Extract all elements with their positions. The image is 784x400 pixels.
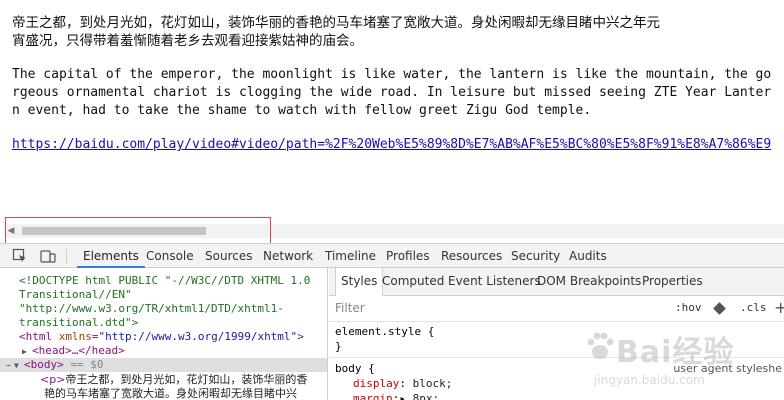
- tab-profiles[interactable]: Profiles: [386, 244, 430, 268]
- doctype-node-line: transitional.dtd">: [19, 316, 139, 329]
- body-rule-selector[interactable]: body {: [335, 362, 375, 375]
- user-agent-stylesheet-label: user agent styleshe: [673, 362, 782, 375]
- head-tag: <head>…</head>: [32, 344, 125, 357]
- tab-dom-breakpoints[interactable]: DOM Breakpoints: [537, 268, 641, 295]
- html-attr-value: "http://www.w3.org/1999/xhtml": [98, 330, 298, 343]
- paragraph-english-line: The capital of the emperor, the moonligh…: [12, 67, 772, 82]
- tab-elements[interactable]: Elements: [77, 244, 145, 268]
- selected-marker: == $0: [70, 358, 104, 371]
- hover-state-toggle[interactable]: :hov: [675, 301, 702, 314]
- sidebar-tabs: Styles Computed Event Listeners DOM Brea…: [329, 268, 784, 296]
- styles-filter-input[interactable]: [335, 300, 635, 316]
- style-rules: element.style { } body { user agent styl…: [329, 324, 784, 400]
- element-style-close: }: [335, 340, 342, 353]
- styles-panel: Styles Computed Event Listeners DOM Brea…: [329, 268, 784, 400]
- head-node[interactable]: ▶ <head>…</head>: [22, 344, 125, 359]
- tab-styles[interactable]: Styles: [335, 268, 384, 296]
- tab-network[interactable]: Network: [263, 244, 313, 268]
- color-format-icon[interactable]: [713, 302, 726, 315]
- body-tag: <body>: [24, 358, 64, 371]
- p-node-text-line: 艳的马车堵塞了宽敞大道。身处闲暇却无缘目睹中兴: [44, 387, 297, 400]
- p-node[interactable]: <p>帝王之都，到处月光如，花灯如山，装饰华丽的香: [40, 373, 307, 387]
- style-property-value: 8px;: [412, 392, 440, 400]
- style-property-row[interactable]: margin:▸ 8px;: [335, 391, 784, 400]
- doctype-node[interactable]: <!DOCTYPE html PUBLIC "-//W3C//DTD XHTML…: [19, 274, 310, 288]
- class-toggle[interactable]: .cls: [740, 301, 767, 314]
- tab-security[interactable]: Security: [511, 244, 560, 268]
- device-mode-icon[interactable]: [40, 248, 56, 264]
- expand-triangle-icon[interactable]: ▶: [22, 345, 32, 359]
- tab-timeline[interactable]: Timeline: [325, 244, 376, 268]
- tab-event-listeners[interactable]: Event Listeners: [448, 268, 541, 295]
- filter-bar: :hov .cls +: [329, 296, 784, 322]
- elements-tree-panel: <!DOCTYPE html PUBLIC "-//W3C//DTD XHTML…: [0, 268, 328, 400]
- paragraph-chinese-line: 宵盛况，只得带着羞惭随着老乡去观看迎接紫姑神的庙会。: [12, 33, 363, 49]
- body-rule-header: body { user agent styleshe: [335, 361, 784, 376]
- horizontal-scrollbar[interactable]: ◀: [6, 224, 784, 238]
- tab-computed[interactable]: Computed: [382, 268, 444, 295]
- paragraph-english-line: n event, had to take the shame to watch …: [12, 103, 592, 118]
- style-property-name: margin: [353, 392, 393, 400]
- paragraph-chinese: 帝王之都，到处月光如，花灯如山，装饰华丽的香艳的马车堵塞了宽敞大道。身处闲暇却无…: [12, 14, 784, 50]
- ellipsis-icon[interactable]: ⋯: [6, 359, 14, 373]
- paragraph-chinese-line: 帝王之都，到处月光如，花灯如山，装饰华丽的香艳的马车堵塞了宽敞大道。身处闲暇却无…: [12, 15, 660, 31]
- inspect-element-icon[interactable]: [12, 248, 28, 264]
- scroll-left-arrow-icon[interactable]: ◀: [6, 226, 16, 236]
- html-attr-name: xmlns: [58, 330, 92, 343]
- tab-audits[interactable]: Audits: [569, 244, 607, 268]
- doctype-node-line: Transitional//EN": [19, 288, 132, 301]
- style-property-value: block;: [412, 377, 453, 390]
- toolbar-divider: [66, 249, 67, 264]
- page-content: 帝王之都，到处月光如，花灯如山，装饰华丽的香艳的马车堵塞了宽敞大道。身处闲暇却无…: [12, 14, 784, 154]
- html-tag: <html: [19, 330, 53, 343]
- collapse-triangle-icon[interactable]: ▼: [14, 359, 24, 373]
- tab-console[interactable]: Console: [146, 244, 194, 268]
- doctype-node-line: "http://www.w3.org/TR/xhtml1/DTD/xhtml1-: [19, 302, 284, 315]
- tab-sources[interactable]: Sources: [205, 244, 252, 268]
- p-node-text: 帝王之都，到处月光如，花灯如山，装饰华丽的香: [65, 373, 308, 386]
- style-property-row[interactable]: display: block;: [335, 376, 784, 391]
- add-rule-icon[interactable]: +: [774, 298, 784, 317]
- devtools-toolbar: Elements Console Sources Network Timelin…: [0, 243, 784, 268]
- p-tag: <p>: [40, 373, 66, 386]
- element-style-selector[interactable]: element.style {: [335, 324, 784, 339]
- scrollbar-thumb[interactable]: [22, 227, 206, 235]
- video-link[interactable]: https://baidu.com/play/video#video/path=…: [12, 137, 771, 152]
- link-paragraph: https://baidu.com/play/video#video/path=…: [12, 136, 784, 154]
- html-node[interactable]: <html xmlns="http://www.w3.org/1999/xhtm…: [19, 330, 304, 344]
- style-property-name: display: [353, 377, 400, 390]
- tab-resources[interactable]: Resources: [441, 244, 502, 268]
- html-tag-close: >: [297, 330, 304, 343]
- paragraph-english: The capital of the emperor, the moonligh…: [12, 66, 784, 120]
- body-node[interactable]: ⋯ ▼ <body> == $0: [6, 358, 104, 373]
- tab-properties[interactable]: Properties: [642, 268, 703, 295]
- paragraph-english-line: rgeous ornamental chariot is clogging th…: [12, 85, 772, 100]
- rule-divider: [329, 357, 784, 358]
- page-viewport: 帝王之都，到处月光如，花灯如山，装饰华丽的香艳的马车堵塞了宽敞大道。身处闲暇却无…: [0, 0, 784, 240]
